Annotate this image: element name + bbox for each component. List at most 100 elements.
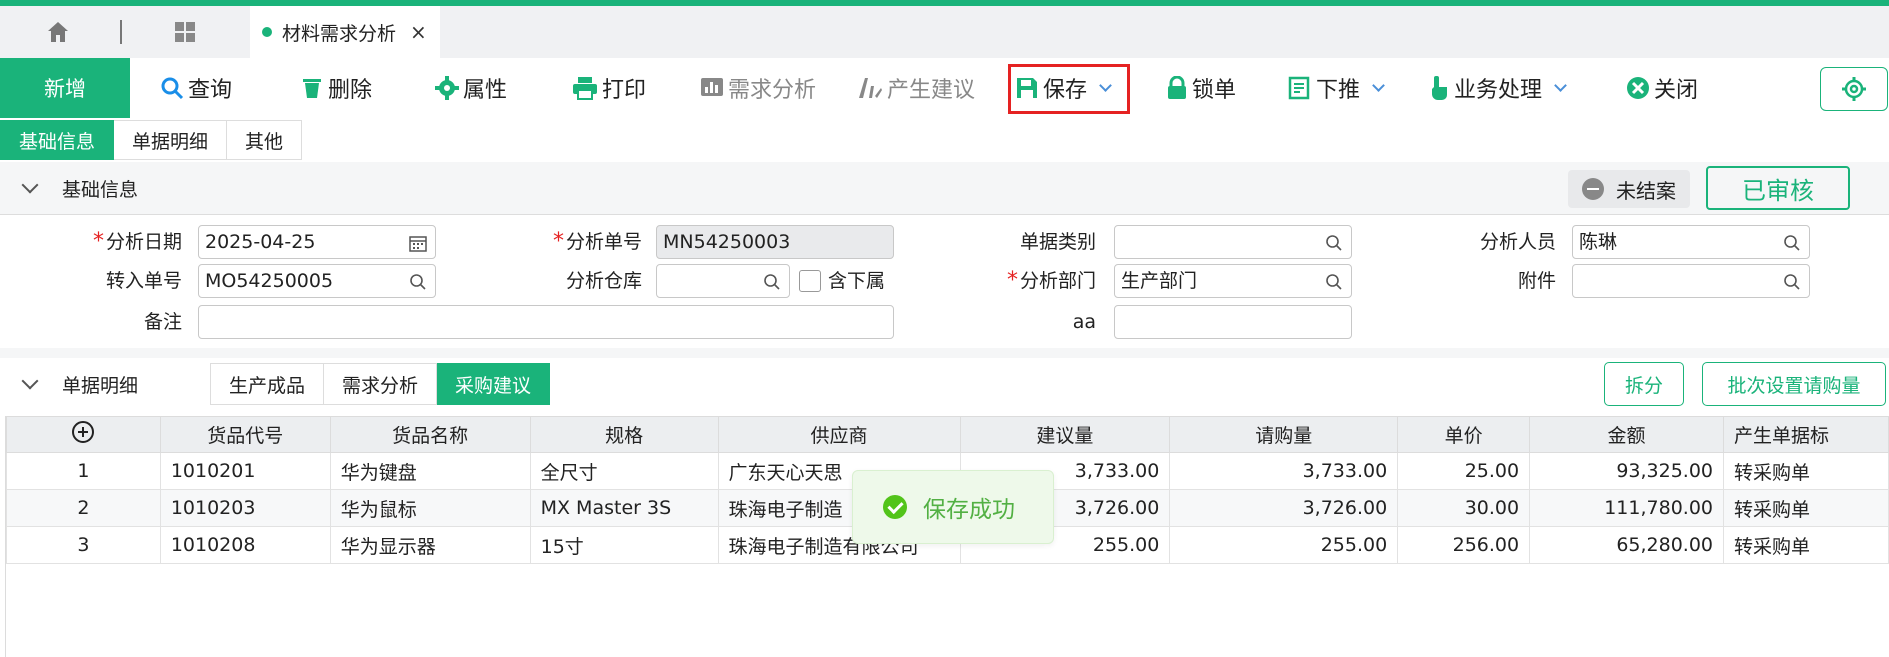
new-button[interactable]: 新增 — [0, 58, 130, 118]
analyst-field[interactable]: 陈琳 — [1572, 225, 1810, 259]
search-icon[interactable] — [1783, 234, 1801, 252]
col-header-request-qty[interactable]: 请购量 — [1169, 416, 1399, 453]
cell-amount[interactable]: 111,780.00 — [1529, 489, 1725, 527]
business-process-button[interactable]: 业务处理 — [1428, 58, 1567, 118]
cell-name[interactable]: 华为显示器 — [329, 526, 531, 564]
col-header-flag[interactable]: 产生单据标 — [1723, 416, 1889, 453]
row-index: 1 — [6, 452, 161, 490]
search-icon[interactable] — [1325, 234, 1343, 252]
col-header-price[interactable]: 单价 — [1397, 416, 1531, 453]
transfer-no-field[interactable]: MO54250005 — [198, 264, 436, 298]
delete-button[interactable]: 删除 — [300, 58, 372, 118]
analysis-no-field: MN54250003 — [656, 225, 894, 259]
section-gap — [0, 348, 1889, 358]
cell-code[interactable]: 1010208 — [159, 526, 331, 564]
detail-title: 单据明细 — [62, 374, 139, 397]
cell-spec[interactable]: MX Master 3S — [529, 489, 719, 527]
tab-material-analysis[interactable]: 材料需求分析 × — [250, 6, 440, 58]
cell-price[interactable]: 30.00 — [1397, 489, 1531, 527]
properties-button[interactable]: 属性 — [435, 58, 507, 118]
apps-tab[interactable] — [125, 6, 245, 58]
cell-name[interactable]: 华为鼠标 — [329, 489, 531, 527]
cell-request-qty[interactable]: 255.00 — [1169, 526, 1399, 564]
cell-flag[interactable]: 转采购单 — [1723, 489, 1889, 527]
dept-field[interactable]: 生产部门 — [1114, 264, 1352, 298]
col-header-code[interactable]: 货品代号 — [159, 416, 331, 453]
search-icon — [161, 77, 184, 100]
push-down-button[interactable]: 下推 — [1288, 58, 1385, 118]
save-highlight-box — [1008, 64, 1130, 114]
transfer-no-label: 转入单号 — [105, 270, 182, 292]
close-button[interactable]: 关闭 — [1626, 58, 1698, 118]
status-badge-approved: 已审核 — [1706, 166, 1850, 210]
cell-price[interactable]: 256.00 — [1397, 526, 1531, 564]
add-row-header[interactable] — [6, 416, 161, 453]
lock-button[interactable]: 锁单 — [1166, 58, 1236, 118]
cell-spec[interactable]: 全尺寸 — [529, 452, 719, 490]
settings-button[interactable] — [1820, 67, 1888, 111]
toolbar: 新增 查询 删除 属性 打印 需求分析 产生建议 保存 锁单 下推 业务处理 关… — [0, 58, 1889, 118]
col-header-amount[interactable]: 金额 — [1529, 416, 1725, 453]
query-button[interactable]: 查询 — [160, 58, 232, 118]
tab-detail[interactable]: 单据明细 — [114, 120, 228, 160]
batch-set-request-button[interactable]: 批次设置请购量 — [1702, 362, 1886, 406]
print-button[interactable]: 打印 — [572, 58, 646, 118]
tab-label: 材料需求分析 — [282, 22, 397, 45]
cell-name[interactable]: 华为键盘 — [329, 452, 531, 490]
col-header-supplier[interactable]: 供应商 — [717, 416, 961, 453]
cell-amount[interactable]: 93,325.00 — [1529, 452, 1725, 490]
cell-request-qty[interactable]: 3,733.00 — [1169, 452, 1399, 490]
home-icon — [47, 22, 68, 42]
remark-field[interactable] — [198, 305, 894, 339]
tab-other[interactable]: 其他 — [227, 120, 303, 160]
home-tab[interactable] — [0, 6, 115, 58]
category-field[interactable] — [1114, 225, 1352, 259]
cell-code[interactable]: 1010203 — [159, 489, 331, 527]
tab-demand-analysis[interactable]: 需求分析 — [324, 363, 438, 405]
cell-price[interactable]: 25.00 — [1397, 452, 1531, 490]
col-header-name[interactable]: 货品名称 — [329, 416, 531, 453]
suggest-icon — [859, 78, 882, 98]
date-field[interactable]: 2025-04-25 — [198, 225, 436, 259]
cell-amount[interactable]: 65,280.00 — [1529, 526, 1725, 564]
generate-suggestion-button[interactable]: 产生建议 — [857, 58, 975, 118]
chevron-down-icon — [21, 372, 39, 390]
col-header-spec[interactable]: 规格 — [529, 416, 719, 453]
success-toast: 保存成功 — [852, 470, 1054, 544]
detail-tabs: 生产成品 需求分析 采购建议 — [210, 363, 551, 405]
delete-label: 删除 — [328, 78, 373, 103]
col-header-suggest-qty[interactable]: 建议量 — [959, 416, 1171, 453]
include-sub-checkbox[interactable] — [799, 270, 821, 292]
cell-spec[interactable]: 15寸 — [529, 526, 719, 564]
tab-finished-goods[interactable]: 生产成品 — [210, 363, 325, 405]
row-index: 2 — [6, 489, 161, 527]
search-icon[interactable] — [409, 273, 427, 291]
demand-analysis-label: 需求分析 — [728, 78, 817, 103]
chevron-down-icon[interactable] — [1554, 78, 1567, 92]
aa-field[interactable] — [1114, 305, 1352, 339]
detail-toggle[interactable]: 单据明细 — [0, 363, 138, 405]
search-icon[interactable] — [1783, 273, 1801, 291]
attachment-field[interactable] — [1572, 264, 1810, 298]
close-icon[interactable]: × — [410, 20, 427, 44]
cell-flag[interactable]: 转采购单 — [1723, 452, 1889, 490]
lock-label: 锁单 — [1192, 78, 1237, 103]
close-label: 关闭 — [1654, 78, 1699, 103]
cell-flag[interactable]: 转采购单 — [1723, 526, 1889, 564]
add-circle-icon[interactable] — [71, 420, 95, 444]
cell-code[interactable]: 1010201 — [159, 452, 331, 490]
basic-info-toggle[interactable]: 基础信息 — [0, 162, 138, 214]
tab-purchase-suggestion[interactable]: 采购建议 — [437, 363, 551, 405]
properties-label: 属性 — [463, 78, 508, 103]
search-icon[interactable] — [1325, 273, 1343, 291]
demand-analysis-button[interactable]: 需求分析 — [700, 58, 816, 118]
toast-message: 保存成功 — [923, 497, 1015, 523]
warehouse-field[interactable] — [656, 264, 790, 298]
split-button[interactable]: 拆分 — [1604, 362, 1684, 406]
cell-request-qty[interactable]: 3,726.00 — [1169, 489, 1399, 527]
chevron-down-icon[interactable] — [1372, 78, 1385, 92]
calendar-icon[interactable] — [409, 234, 427, 252]
tab-basic-info[interactable]: 基础信息 — [0, 120, 115, 160]
search-icon[interactable] — [763, 273, 781, 291]
basic-info-title: 基础信息 — [62, 178, 139, 201]
